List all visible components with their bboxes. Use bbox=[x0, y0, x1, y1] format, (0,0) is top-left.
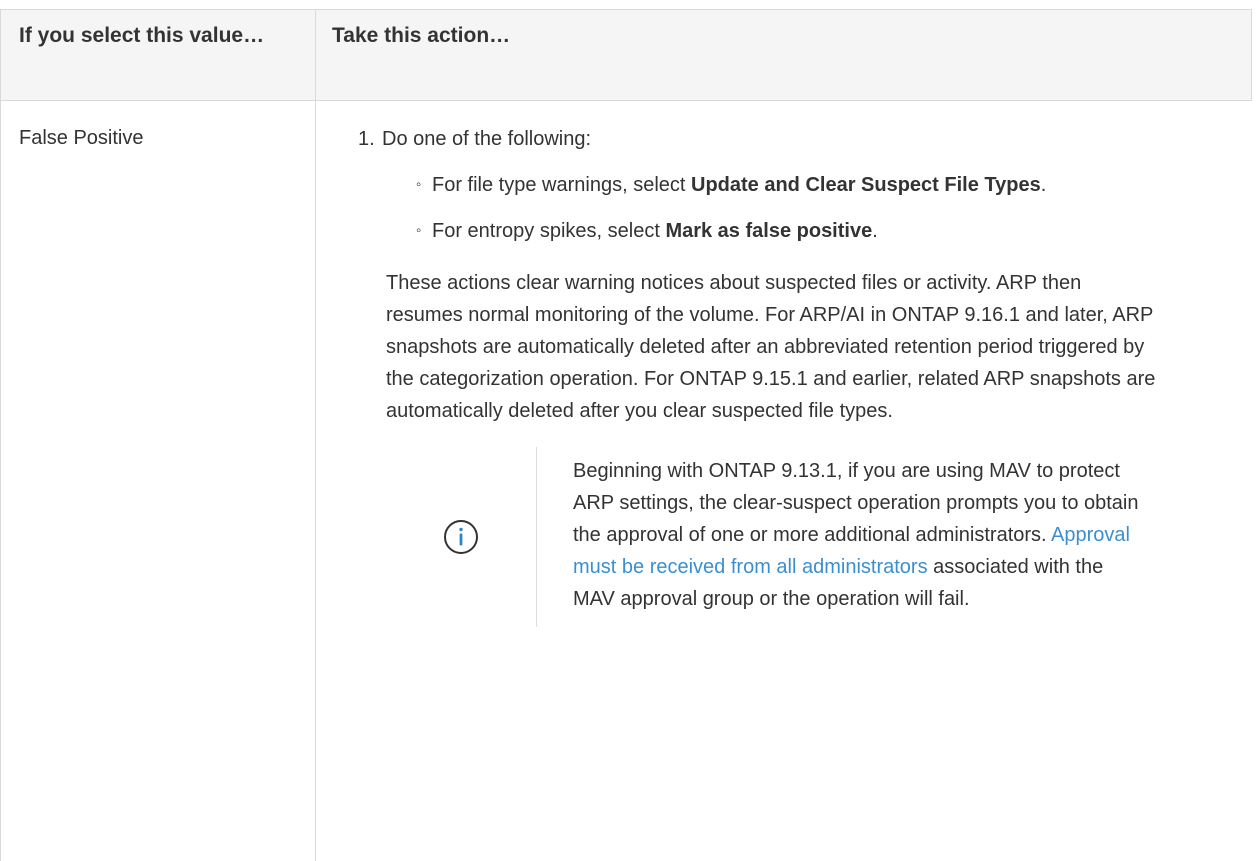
header-select-value: If you select this value… bbox=[0, 9, 316, 101]
explanation-paragraph: These actions clear warning notices abou… bbox=[386, 272, 1156, 422]
info-circle-icon bbox=[444, 520, 478, 554]
step-item: 1. Do one of the following: bbox=[358, 123, 1234, 155]
step-number: 1. bbox=[358, 128, 375, 150]
table-header-row: If you select this value… Take this acti… bbox=[0, 9, 1252, 101]
list-item: ◦ For entropy spikes, select Mark as fal… bbox=[416, 215, 1234, 247]
table-row: False Positive 1. Do one of the followin… bbox=[0, 100, 1252, 861]
action-table: If you select this value… Take this acti… bbox=[0, 9, 1252, 861]
value-cell: False Positive bbox=[0, 100, 316, 861]
option-text: For entropy spikes, select Mark as false… bbox=[432, 220, 878, 242]
note-text: Beginning with ONTAP 9.13.1, if you are … bbox=[573, 460, 1139, 610]
option-text: For file type warnings, select Update an… bbox=[432, 174, 1047, 196]
note-icon-cell bbox=[386, 447, 537, 627]
bullet-circle-icon: ◦ bbox=[416, 176, 422, 193]
header-take-action: Take this action… bbox=[315, 9, 1252, 101]
action-cell: 1. Do one of the following: ◦ For file t… bbox=[315, 100, 1252, 861]
option-ui-label: Update and Clear Suspect File Types bbox=[691, 174, 1041, 196]
option-ui-label: Mark as false positive bbox=[665, 220, 873, 242]
option-list: ◦ For file type warnings, select Update … bbox=[416, 169, 1234, 247]
list-item: ◦ For file type warnings, select Update … bbox=[416, 169, 1234, 201]
bullet-circle-icon: ◦ bbox=[416, 222, 422, 239]
step-text: Do one of the following: bbox=[382, 128, 592, 150]
note-admonition: Beginning with ONTAP 9.13.1, if you are … bbox=[386, 447, 1156, 627]
